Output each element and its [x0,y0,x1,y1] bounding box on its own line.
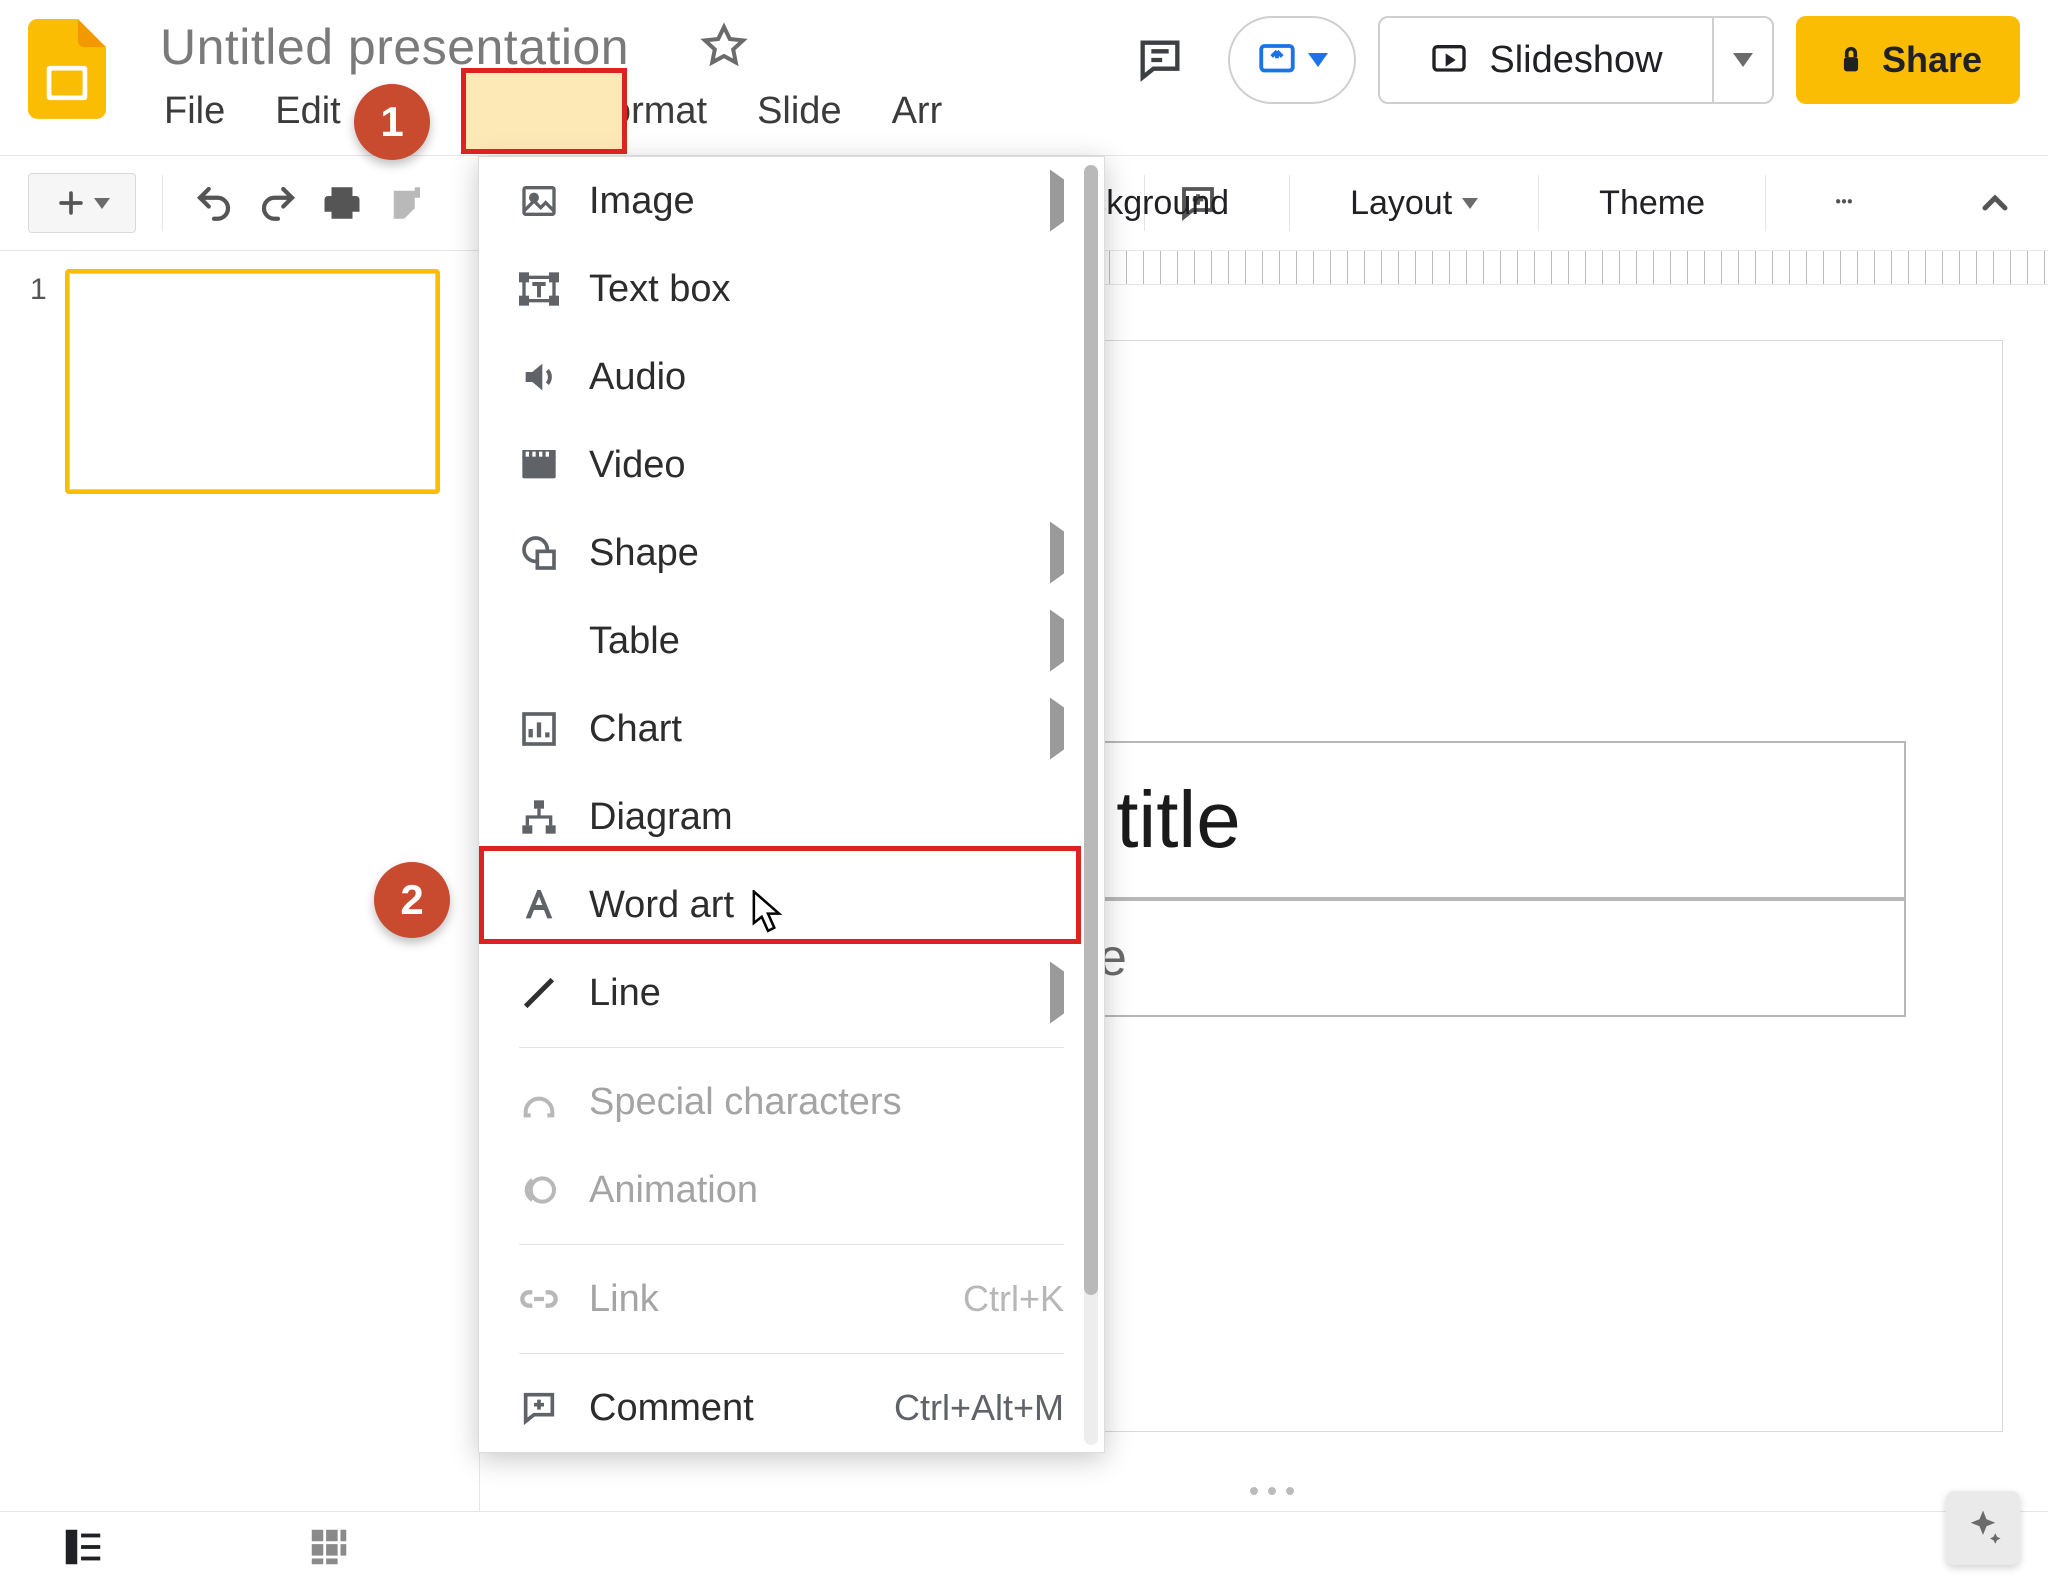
insert-comment-label: Comment [589,1387,754,1430]
insert-shape[interactable]: Shape [479,509,1104,597]
slideshow-button-group: Slideshow [1378,16,1774,104]
insert-special-characters: Special characters [479,1058,1104,1146]
header-right-controls: Slideshow Share [1114,16,2020,104]
video-icon [517,443,561,487]
word-art-icon [517,883,561,927]
slide-number: 1 [30,269,47,307]
star-button[interactable] [700,22,748,70]
insert-menu-open-highlight [461,68,627,154]
share-label: Share [1882,39,1982,81]
more-tools-button[interactable] [1814,178,1874,228]
theme-button[interactable]: Theme [1587,178,1717,229]
submenu-arrow-icon [1050,532,1064,575]
menu-divider [519,1047,1064,1048]
slide-thumbnail[interactable] [65,269,440,494]
annotation-badge-2-text: 2 [400,876,423,924]
menu-file[interactable]: File [160,90,229,133]
slideshow-dropdown[interactable] [1712,18,1772,102]
annotation-badge-2: 2 [374,862,450,938]
image-icon [517,179,561,223]
slideshow-label: Slideshow [1489,39,1662,82]
redo-button[interactable] [253,178,303,228]
print-button[interactable] [317,178,367,228]
diagram-icon [517,795,561,839]
chart-icon [517,707,561,751]
menu-divider [519,1353,1064,1354]
insert-text-box[interactable]: Text box [479,245,1104,333]
link-icon [517,1277,561,1321]
insert-audio[interactable]: Audio [479,333,1104,421]
insert-image-label: Image [589,180,695,223]
app-header: Untitled presentation File Edit Insert F… [0,0,2048,155]
new-slide-button[interactable] [28,173,136,233]
menu-edit[interactable]: Edit [271,90,344,133]
insert-line[interactable]: Line [479,949,1104,1037]
insert-chart-label: Chart [589,708,682,751]
shape-icon [517,531,561,575]
insert-video-label: Video [589,444,686,487]
insert-animation-label: Animation [589,1169,758,1212]
insert-line-label: Line [589,972,661,1015]
speaker-notes-handle[interactable] [1232,1487,1312,1503]
open-comments-button[interactable] [1114,16,1206,104]
comment-icon [517,1386,561,1430]
text-box-icon [517,267,561,311]
line-icon [517,971,561,1015]
share-button[interactable]: Share [1796,16,2020,104]
insert-table[interactable]: Table [479,597,1104,685]
annotation-badge-1-text: 1 [380,98,403,146]
annotation-badge-1: 1 [354,84,430,160]
slide-thumb-1[interactable]: 1 [0,269,479,494]
slides-logo [28,18,106,123]
insert-word-art[interactable]: Word art [479,861,1104,949]
insert-shape-label: Shape [589,532,699,575]
submenu-arrow-icon [1050,620,1064,663]
present-mode-pill[interactable] [1228,16,1356,104]
doc-title[interactable]: Untitled presentation [160,19,629,75]
layout-button[interactable]: Layout [1338,178,1490,229]
collapse-toolbar-button[interactable] [1970,178,2020,228]
insert-comment[interactable]: Comment Ctrl+Alt+M [479,1364,1104,1452]
insert-animation: Animation [479,1146,1104,1234]
insert-link-label: Link [589,1278,659,1321]
animation-icon [517,1168,561,1212]
link-shortcut: Ctrl+K [963,1278,1064,1320]
menu-arrange[interactable]: Arr [888,90,947,133]
explore-button[interactable] [1946,1491,2020,1565]
insert-menu-dropdown: Image Text box Audio Video Shape Table C… [478,156,1105,1453]
submenu-arrow-icon [1050,972,1064,1015]
insert-image[interactable]: Image [479,157,1104,245]
slideshow-button[interactable]: Slideshow [1380,39,1712,82]
submenu-arrow-icon [1050,708,1064,751]
insert-table-label: Table [589,620,680,663]
comment-shortcut: Ctrl+Alt+M [894,1387,1064,1429]
insert-word-art-label: Word art [589,884,734,927]
insert-link: Link Ctrl+K [479,1255,1104,1343]
insert-text-box-label: Text box [589,268,731,311]
paint-format-button[interactable] [381,178,431,228]
insert-diagram[interactable]: Diagram [479,773,1104,861]
insert-video[interactable]: Video [479,421,1104,509]
menu-divider [519,1244,1064,1245]
filmstrip-view-button[interactable] [60,1524,106,1570]
layout-label: Layout [1350,184,1452,223]
special-characters-icon [517,1080,561,1124]
insert-audio-label: Audio [589,356,686,399]
submenu-arrow-icon [1050,180,1064,223]
insert-chart[interactable]: Chart [479,685,1104,773]
insert-special-characters-label: Special characters [589,1081,902,1124]
undo-button[interactable] [189,178,239,228]
grid-view-button[interactable] [306,1524,352,1570]
footer-strip [0,1511,2048,1581]
theme-label: Theme [1599,184,1705,223]
menu-slide[interactable]: Slide [753,90,846,133]
audio-icon [517,355,561,399]
insert-diagram-label: Diagram [589,796,733,839]
